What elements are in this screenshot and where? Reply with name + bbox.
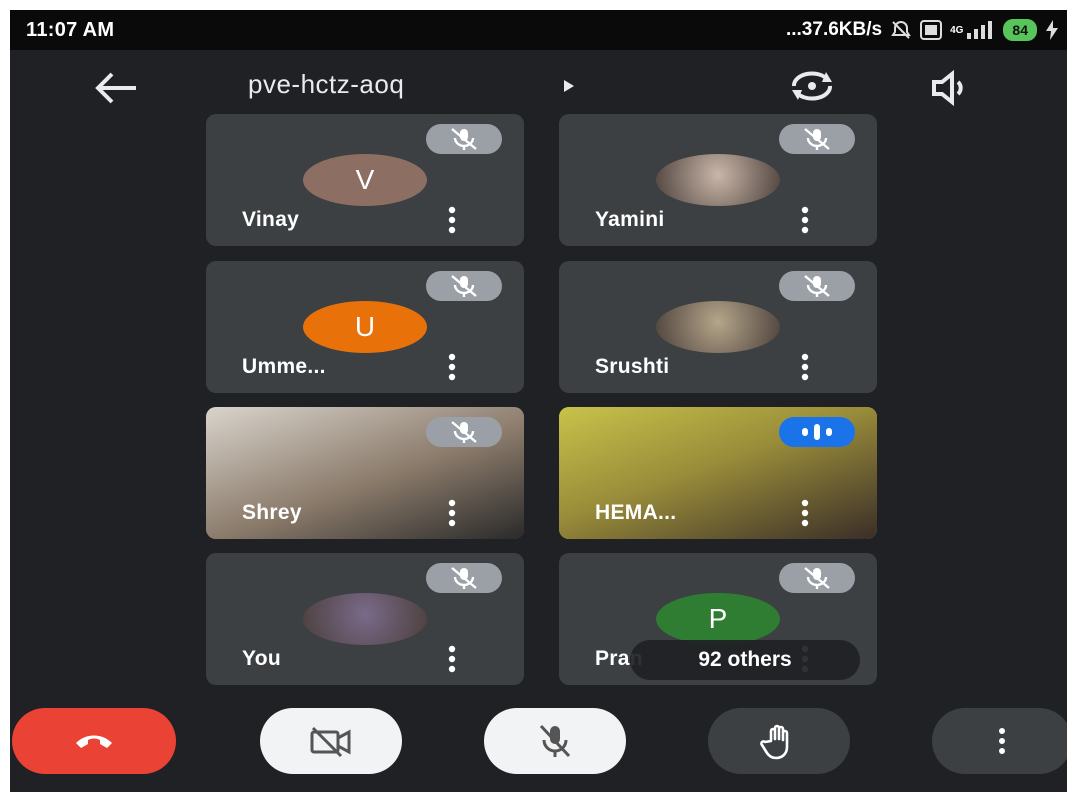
status-time: 11:07 AM (26, 19, 115, 41)
avatar (303, 593, 427, 645)
participant-tile[interactable]: V Vinay (206, 114, 524, 246)
status-indicators: ...37.6KB/s 4G 84 (786, 19, 1059, 41)
raise-hand-button[interactable] (708, 708, 850, 774)
network-speed: ...37.6KB/s (785, 19, 883, 40)
charging-icon (1045, 20, 1059, 40)
volte-icon (920, 20, 943, 40)
participant-name: HEMA... (595, 501, 677, 524)
more-vert-icon[interactable] (442, 497, 462, 529)
switch-camera-button[interactable] (780, 64, 844, 108)
microphone-toggle-button[interactable] (484, 708, 626, 774)
mic-off-icon (539, 724, 571, 758)
participant-name: Umme... (242, 355, 326, 378)
avatar (656, 301, 780, 353)
participant-tile[interactable]: Shrey (206, 407, 524, 539)
back-button[interactable] (92, 68, 142, 108)
more-vert-icon[interactable] (795, 204, 815, 236)
participant-name: Shrey (242, 501, 302, 524)
mic-off-icon (426, 417, 502, 447)
signal-icon: 4G (950, 21, 995, 39)
participant-tile[interactable]: U Umme... (206, 261, 524, 393)
meeting-code[interactable]: pve-hctz-aoq (248, 69, 404, 100)
participant-name: Yamini (595, 208, 665, 231)
mic-off-icon (426, 271, 502, 301)
battery-indicator: 84 (1003, 19, 1037, 41)
more-vert-icon[interactable] (795, 497, 815, 529)
meet-screen: 11:07 AM ...37.6KB/s 4G 84 pve-hctz-aoq (10, 10, 1067, 792)
participant-tile[interactable]: Yamini (559, 114, 877, 246)
participant-tile[interactable]: HEMA... (559, 407, 877, 539)
participant-name: You (242, 647, 282, 670)
camera-off-icon (310, 726, 351, 758)
more-vert-icon[interactable] (442, 204, 462, 236)
audio-output-button[interactable] (918, 66, 982, 110)
meeting-header: pve-hctz-aoq (10, 58, 1067, 118)
mic-off-icon (426, 563, 502, 593)
more-vert-icon (999, 728, 1005, 754)
speaking-indicator-icon (779, 417, 855, 447)
others-count-button[interactable]: 92 others (630, 640, 860, 680)
switch-camera-icon (792, 71, 832, 101)
more-vert-icon[interactable] (795, 351, 815, 383)
status-bar: 11:07 AM ...37.6KB/s 4G 84 (10, 10, 1067, 50)
hand-icon (760, 724, 789, 760)
participant-tile[interactable]: You (206, 553, 524, 685)
arrow-left-icon (95, 72, 136, 104)
avatar: V (303, 154, 427, 206)
camera-toggle-button[interactable] (260, 708, 402, 774)
more-vert-icon[interactable] (442, 643, 462, 675)
network-type: 4G (950, 24, 964, 36)
participant-name: Srushti (595, 355, 670, 378)
play-arrow-icon[interactable] (562, 78, 576, 94)
avatar: P (656, 593, 780, 645)
participant-name: Vinay (242, 208, 300, 231)
mic-off-icon (779, 124, 855, 154)
more-options-button[interactable] (932, 708, 1067, 774)
speaker-icon (932, 69, 963, 107)
avatar: U (303, 301, 427, 353)
more-vert-icon[interactable] (442, 351, 462, 383)
hang-up-button[interactable] (12, 708, 176, 774)
avatar (656, 154, 780, 206)
mic-off-icon (779, 271, 855, 301)
mic-off-icon (779, 563, 855, 593)
phone-hangup-icon (76, 735, 112, 748)
participant-tile[interactable]: Srushti (559, 261, 877, 393)
mic-off-icon (426, 124, 502, 154)
alarm-off-icon (890, 19, 912, 41)
